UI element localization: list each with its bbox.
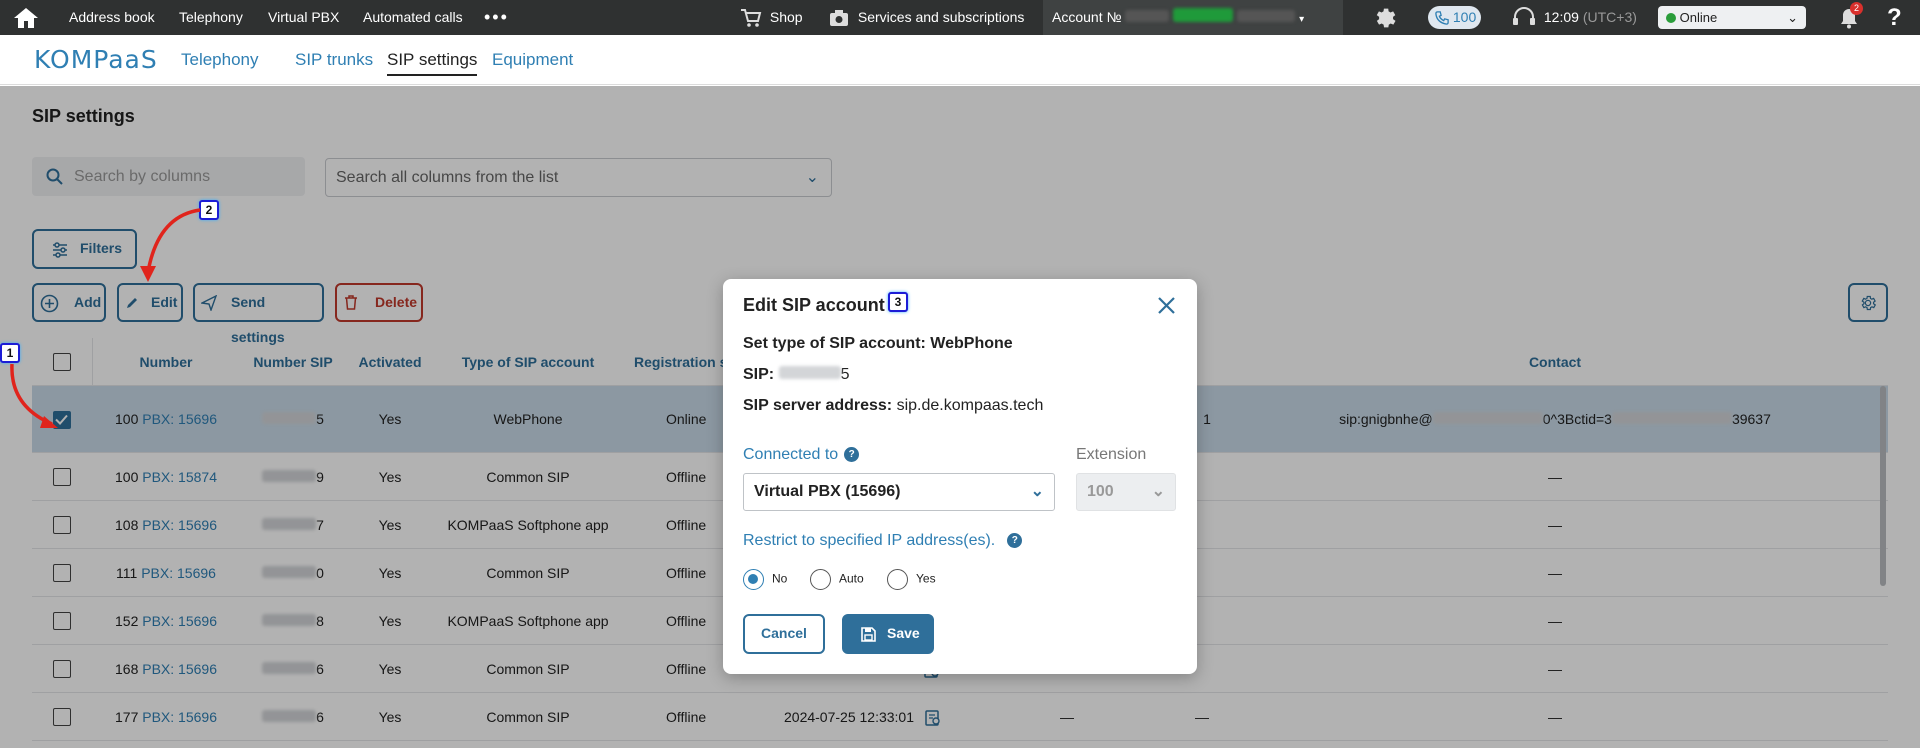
notifications-bell-icon[interactable]: 2 [1838,0,1863,35]
dialog-title: Edit SIP account [743,295,885,315]
services-label: Services and subscriptions [857,9,1025,25]
floppy-disk-icon [861,627,876,642]
radio-yes-circle[interactable] [887,569,908,590]
settings-gear-icon[interactable] [1372,0,1398,35]
save-button[interactable]: Save [842,614,934,654]
callout-3: 3 [888,292,908,312]
sip-number-end: 5 [840,366,850,383]
chevron-down-icon: ⌄ [1151,483,1165,500]
restrict-ip-label: Restrict to specified IP address(es).? [743,532,1023,550]
nav-address-book[interactable]: Address book [69,0,155,35]
account-balance-blurred [1173,8,1234,22]
headset-icon [1513,7,1535,26]
extension-label: Extension [1076,446,1147,463]
services-link[interactable]: Services and subscriptions [828,0,1024,35]
time: 12:09 [1543,9,1579,25]
phone-icon [1435,11,1449,26]
sip-number-blurred [778,366,841,379]
shop-label: Shop [769,9,803,25]
agent-clock: 12:09 (UTC+3) [1512,0,1637,35]
callout-2-arrow [140,208,201,282]
help-icon[interactable]: ? [1887,0,1902,35]
home-icon[interactable] [12,0,40,35]
help-icon[interactable]: ? [844,447,860,463]
connected-to-label: Connected to? [743,446,860,464]
radio-no-circle[interactable] [743,569,764,590]
notifications-badge: 2 [1850,2,1863,15]
account-label: Account № [1052,9,1122,25]
cancel-button[interactable]: Cancel [743,614,825,654]
help-icon[interactable]: ? [1007,533,1023,549]
calls-count: 100 [1452,9,1477,25]
nav-automated-calls[interactable]: Automated calls [363,0,463,35]
chevron-down-icon: ⌄ [1787,10,1798,25]
status-select[interactable]: Online ⌄ [1658,6,1806,29]
more-icon[interactable]: ••• [484,0,509,35]
server-value: sip.de.kompaas.tech [896,397,1044,414]
radio-auto-label: Auto [839,571,864,586]
radio-auto[interactable]: Auto [810,569,864,590]
tab-sip-settings[interactable]: SIP settings [387,50,478,76]
connected-to-select[interactable]: Virtual PBX (15696) ⌄ [743,473,1055,511]
tab-equipment[interactable]: Equipment [492,50,573,70]
close-icon[interactable] [1157,296,1176,315]
radio-auto-circle[interactable] [810,569,831,590]
cart-icon [741,9,762,28]
sip-type-line: Set type of SIP account: WebPhone [743,335,1013,352]
nav-virtual-pbx[interactable]: Virtual PBX [268,0,339,35]
tab-sip-trunks[interactable]: SIP trunks [295,50,373,70]
account-extra-blurred [1237,10,1296,22]
shop-link[interactable]: Shop [740,0,803,35]
server-label: SIP server address: [743,397,893,414]
sub-navigation: KOMPaaS Telephony SIP trunks SIP setting… [0,35,1920,85]
extension-select: 100 ⌄ [1076,473,1176,511]
kompaas-logo[interactable]: KOMPaaS [34,45,158,74]
services-icon [830,10,848,27]
chevron-down-icon: ▾ [1299,14,1305,25]
status-dot-icon [1666,13,1676,23]
timezone: (UTC+3) [1582,9,1637,25]
extension-value: 100 [1087,483,1114,500]
radio-no[interactable]: No [743,569,787,590]
status-label: Online [1679,10,1718,25]
server-line: SIP server address: sip.de.kompaas.tech [743,397,1043,415]
connected-to-text: Connected to [743,446,839,463]
edit-sip-account-dialog: Edit SIP account Set type of SIP account… [723,279,1197,674]
connected-to-value: Virtual PBX (15696) [754,483,901,500]
nav-telephony[interactable]: Telephony [179,0,243,35]
restrict-ip-text: Restrict to specified IP address(es). [743,532,996,549]
callout-1-arrow [10,363,58,428]
sip-line: SIP: 5 [743,366,849,384]
account-number-blurred [1125,10,1170,22]
radio-no-label: No [772,571,788,586]
account-selector[interactable]: Account № ▾ [1043,0,1343,35]
callout-1: 1 [0,343,20,363]
save-label: Save [887,625,920,641]
calls-counter[interactable]: 100 [1428,6,1481,29]
sip-label: SIP: [743,366,775,383]
radio-yes-label: Yes [916,571,936,586]
section-telephony[interactable]: Telephony [181,50,259,70]
top-bar: Address book Telephony Virtual PBX Autom… [0,0,1920,35]
chevron-down-icon: ⌄ [1030,483,1044,500]
radio-yes[interactable]: Yes [887,569,936,590]
